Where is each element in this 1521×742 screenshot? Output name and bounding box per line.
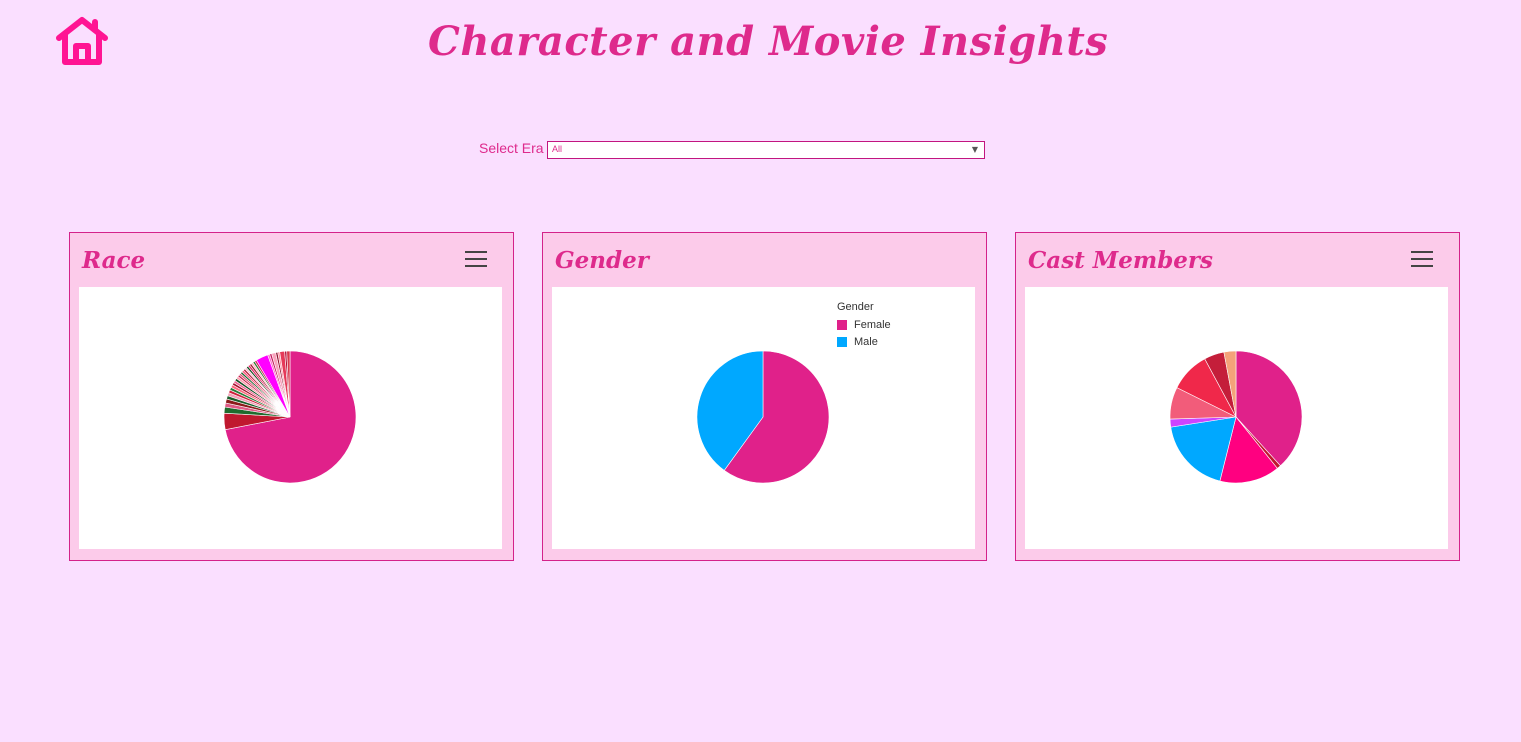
- legend-swatch-female: [837, 320, 847, 330]
- gender-pie-chart: [696, 350, 830, 484]
- era-select-value: All: [552, 144, 563, 154]
- era-select-label: Select Era: [479, 140, 544, 156]
- gender-card: Gender Gender Female Male: [542, 232, 987, 561]
- hamburger-menu-icon[interactable]: [465, 251, 487, 269]
- gender-chart-area: Gender Female Male: [552, 287, 975, 549]
- race-pie-chart: [223, 350, 357, 484]
- cast-members-card-title: Cast Members: [1028, 247, 1213, 274]
- chevron-down-icon[interactable]: ▼: [972, 145, 978, 154]
- cast-members-card: Cast Members: [1015, 232, 1460, 561]
- legend-item-female[interactable]: Female: [837, 319, 891, 331]
- legend-label-female: Female: [854, 319, 891, 331]
- gender-card-title: Gender: [555, 247, 649, 274]
- legend-swatch-male: [837, 337, 847, 347]
- home-icon[interactable]: [55, 16, 109, 66]
- cast-members-chart-area: [1025, 287, 1448, 549]
- race-card-title: Race: [82, 247, 146, 274]
- page-title: Character and Movie Insights: [428, 18, 1109, 65]
- legend-item-male[interactable]: Male: [837, 336, 891, 348]
- gender-legend: Gender Female Male: [837, 301, 891, 353]
- legend-title: Gender: [837, 301, 874, 313]
- race-chart-area: [79, 287, 502, 549]
- race-card: Race: [69, 232, 514, 561]
- era-select[interactable]: All ▼: [547, 141, 985, 159]
- legend-label-male: Male: [854, 336, 878, 348]
- cast-members-pie-chart: [1169, 350, 1303, 484]
- hamburger-menu-icon[interactable]: [1411, 251, 1433, 269]
